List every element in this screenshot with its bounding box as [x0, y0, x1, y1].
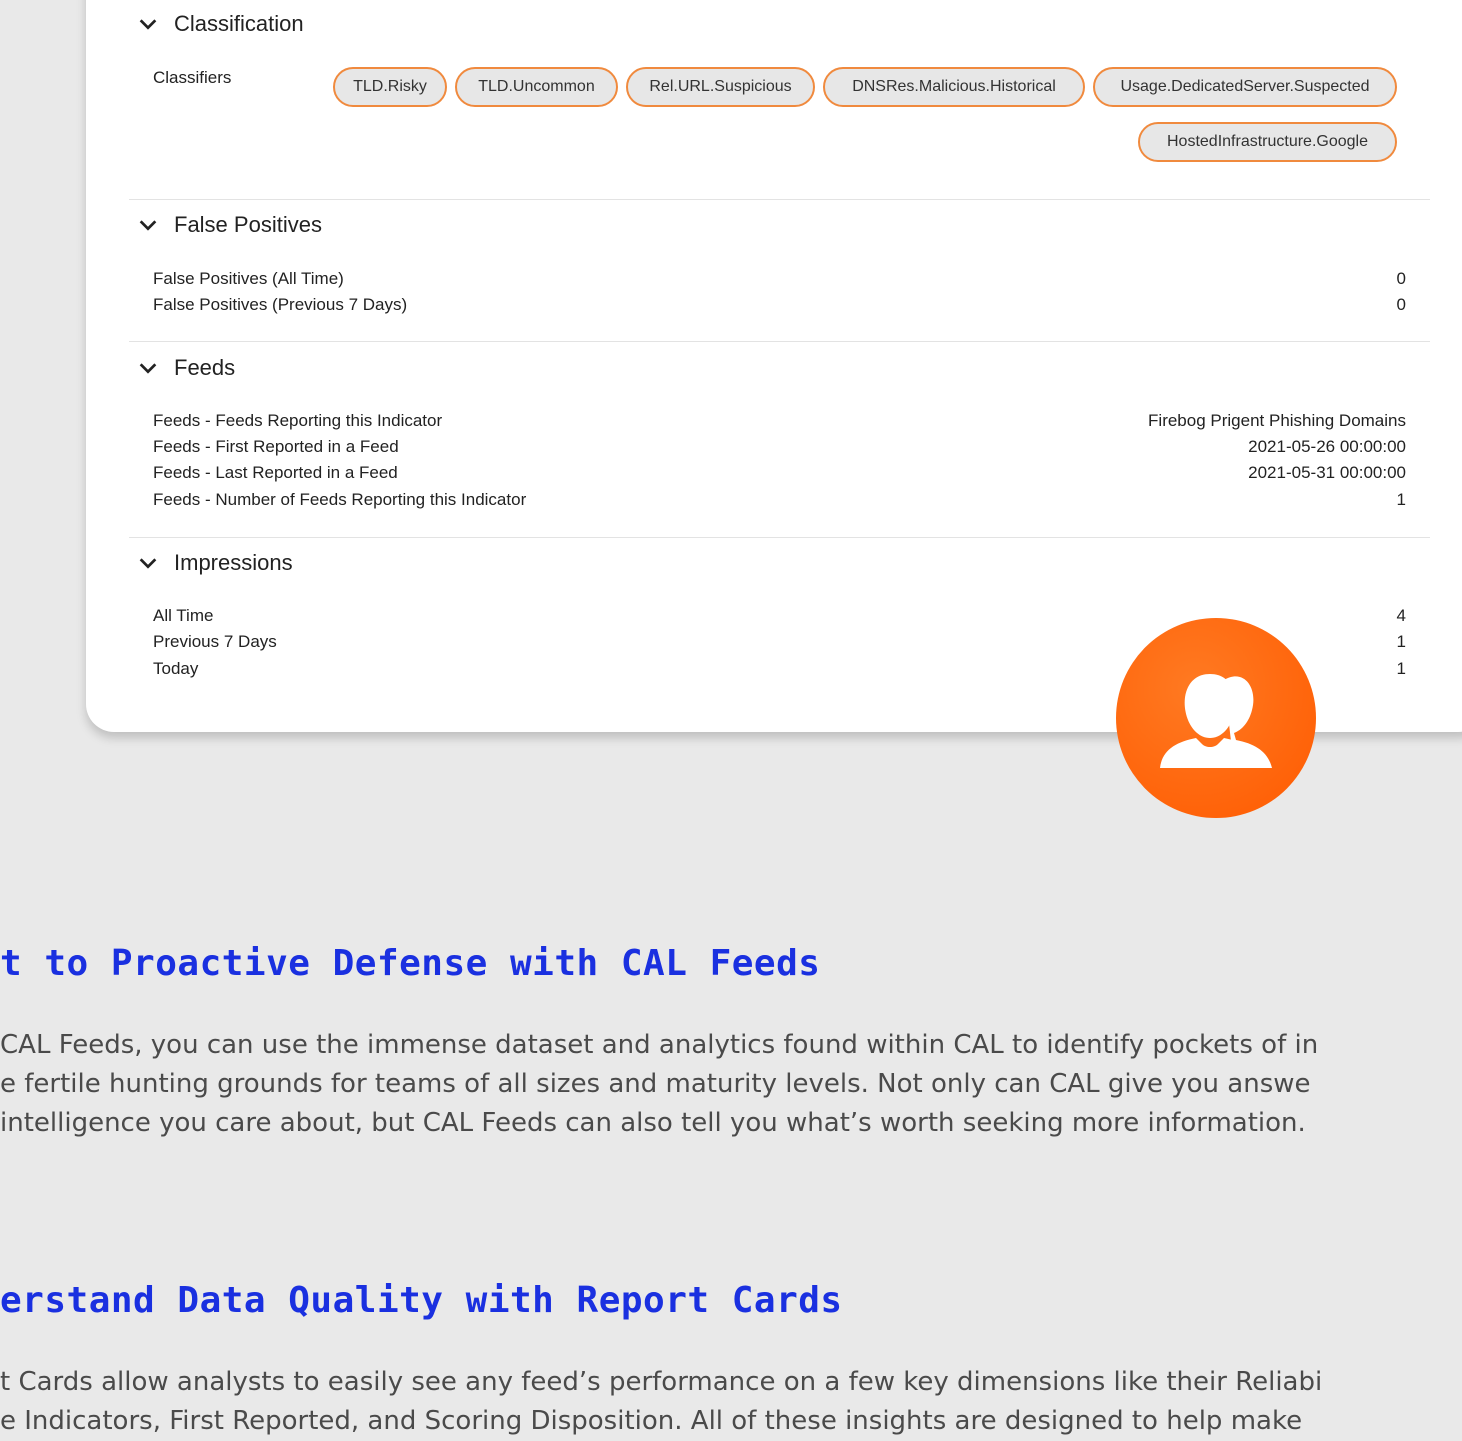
divider [129, 199, 1430, 200]
row-value: 1 [1396, 632, 1406, 651]
section-title-false-positives: False Positives [174, 212, 322, 237]
row-value: 1 [1396, 659, 1406, 678]
section-toggle-false-positives[interactable]: False Positives [137, 210, 322, 240]
classifier-pill[interactable]: Usage.DedicatedServer.Suspected [1093, 67, 1397, 107]
divider [129, 537, 1430, 538]
false-positives-all-time-row: False Positives (All Time) 0 [153, 266, 1406, 292]
section-heading-proactive-defense: t to Proactive Defense with CAL Feeds [0, 943, 821, 984]
row-label: Today [153, 659, 199, 678]
row-label: False Positives (Previous 7 Days) [153, 295, 408, 314]
section-toggle-impressions[interactable]: Impressions [137, 548, 293, 578]
users-avatar-badge [1116, 618, 1316, 818]
row-label: Previous 7 Days [153, 632, 277, 651]
classifier-pill[interactable]: DNSRes.Malicious.Historical [823, 67, 1085, 107]
chevron-down-icon [139, 363, 157, 374]
classifier-pill[interactable]: TLD.Risky [333, 67, 447, 107]
false-positives-7-days-row: False Positives (Previous 7 Days) 0 [153, 292, 1406, 318]
row-value: 4 [1396, 606, 1406, 625]
row-label: Feeds - Number of Feeds Reporting this I… [153, 490, 527, 509]
row-value: 2021-05-31 00:00:00 [1248, 463, 1406, 482]
section-toggle-classification[interactable]: Classification [137, 9, 304, 39]
chevron-down-icon [139, 19, 157, 30]
row-value: 1 [1396, 490, 1406, 509]
feeds-count-row: Feeds - Number of Feeds Reporting this I… [153, 487, 1406, 513]
row-label: Feeds - Feeds Reporting this Indicator [153, 411, 443, 430]
row-value: 0 [1396, 295, 1406, 314]
row-label: Feeds - First Reported in a Feed [153, 437, 399, 456]
paragraph-line: intelligence you care about, but CAL Fee… [0, 1108, 1306, 1138]
paragraph-report-cards: t Cards allow analysts to easily see any… [0, 1363, 1322, 1441]
row-label: All Time [153, 606, 214, 625]
section-title-feeds: Feeds [174, 355, 236, 380]
classifiers-label: Classifiers [153, 68, 232, 87]
feeds-last-reported-row: Feeds - Last Reported in a Feed 2021-05-… [153, 460, 1406, 486]
paragraph-line: e fertile hunting grounds for teams of a… [0, 1069, 1311, 1099]
divider [129, 341, 1430, 342]
chevron-down-icon [139, 558, 157, 569]
feeds-first-reported-row: Feeds - First Reported in a Feed 2021-05… [153, 434, 1406, 460]
paragraph-cal-feeds: CAL Feeds, you can use the immense datas… [0, 1026, 1318, 1143]
feeds-reporting-row: Feeds - Feeds Reporting this Indicator F… [153, 408, 1406, 434]
section-title-classification: Classification [174, 11, 304, 36]
row-label: Feeds - Last Reported in a Feed [153, 463, 398, 482]
section-title-impressions: Impressions [174, 550, 293, 575]
paragraph-line: CAL Feeds, you can use the immense datas… [0, 1030, 1319, 1060]
row-label: False Positives (All Time) [153, 269, 344, 288]
row-value: 2021-05-26 00:00:00 [1248, 437, 1406, 456]
row-value: Firebog Prigent Phishing Domains [1148, 411, 1406, 430]
classifier-pill[interactable]: Rel.URL.Suspicious [626, 67, 815, 107]
classifier-pill[interactable]: TLD.Uncommon [455, 67, 618, 107]
section-heading-report-cards: erstand Data Quality with Report Cards [0, 1280, 843, 1321]
row-value: 0 [1396, 269, 1406, 288]
section-toggle-feeds[interactable]: Feeds [137, 353, 235, 383]
paragraph-line: t Cards allow analysts to easily see any… [0, 1367, 1323, 1397]
classifier-pill[interactable]: HostedInfrastructure.Google [1138, 122, 1397, 162]
users-icon [1160, 674, 1272, 768]
paragraph-line: e Indicators, First Reported, and Scorin… [0, 1406, 1303, 1436]
chevron-down-icon [139, 220, 157, 231]
